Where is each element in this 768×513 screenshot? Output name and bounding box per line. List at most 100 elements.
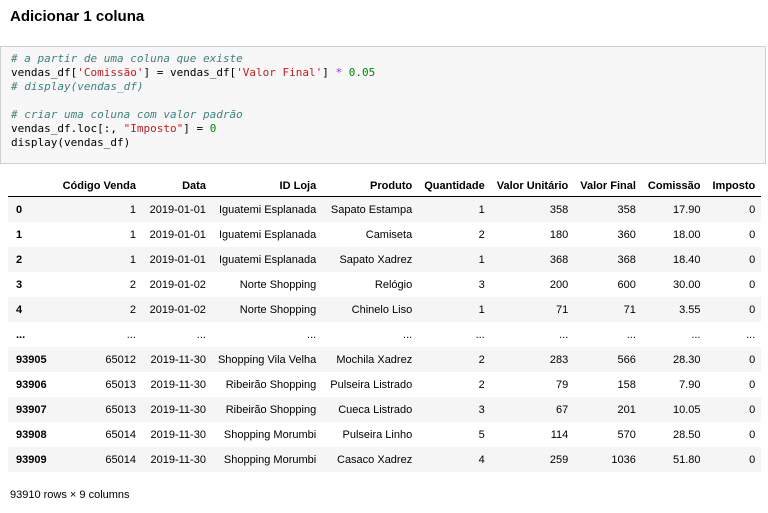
table-cell: 201: [617, 403, 636, 416]
table-cell: 0: [749, 453, 756, 466]
table-cell: 30.00: [672, 278, 701, 291]
code-token: 'Valor Final': [236, 66, 323, 79]
table-cell: 0: [749, 403, 756, 416]
table-cell: 3: [478, 403, 485, 416]
column-header: Imposto: [706, 176, 762, 197]
code-comment: # display(vendas_df): [11, 80, 144, 93]
table-cell: 65013: [105, 403, 136, 416]
table-cell: 180: [549, 228, 569, 241]
table-cell: Relógio: [374, 278, 413, 291]
row-index: 4: [16, 303, 23, 316]
table-cell: Pulseira Listrado: [330, 378, 413, 391]
table-cell: Chinelo Liso: [351, 303, 413, 316]
table-cell: 0: [749, 378, 756, 391]
table-cell: Ribeirão Shopping: [225, 403, 317, 416]
table-cell: 358: [617, 203, 636, 216]
table-cell: 200: [549, 278, 569, 291]
table-cell: 158: [617, 378, 636, 391]
code-token: ]: [322, 66, 336, 79]
table-cell: 1: [129, 228, 136, 241]
code-token: ] = vendas_df[: [143, 66, 237, 79]
dataframe-output-table: Código Venda Data ID Loja Produto Quantidade…: [8, 176, 762, 472]
table-cell: 2019-01-01: [149, 253, 206, 266]
table-cell: 51.80: [672, 453, 701, 466]
table-header-row: Código Venda Data ID Loja Produto Quantidade…: [8, 176, 762, 197]
table-cell: 28.30: [672, 353, 701, 366]
table-cell: 600: [617, 278, 636, 291]
table-cell: ...: [126, 328, 136, 341]
table-cell: 1036: [611, 453, 636, 466]
table-cell: 65014: [105, 428, 136, 441]
table-cell: 1: [478, 253, 485, 266]
code-line: display(vendas_df): [11, 136, 130, 149]
row-index: 3: [16, 278, 23, 291]
table-row: 93905 65012 2019-11-30 Shopping Vila Velha M…: [8, 347, 762, 372]
table-cell: 3.55: [679, 303, 701, 316]
column-header: Valor Unitário: [490, 176, 575, 197]
table-cell: Casaco Xadrez: [337, 453, 413, 466]
column-header: Código Venda: [56, 176, 142, 197]
table-cell: 2019-11-30: [150, 378, 206, 391]
table-cell: 2019-01-02: [149, 303, 206, 316]
table-cell: ...: [475, 328, 485, 341]
row-index: 2: [16, 253, 23, 266]
table-cell: 1: [478, 303, 485, 316]
table-cell: Iguatemi Esplanada: [218, 203, 317, 216]
table-cell: 5: [478, 428, 485, 441]
table-cell: 17.90: [672, 203, 701, 216]
code-token: ] =: [183, 122, 210, 135]
row-index: 0: [16, 203, 23, 216]
table-cell: 0: [749, 278, 756, 291]
row-index: 93906: [16, 378, 47, 391]
table-cell: ...: [196, 328, 206, 341]
code-line: vendas_df.loc[:, "Imposto"] = 0: [11, 122, 216, 135]
table-cell: ...: [691, 328, 701, 341]
table-row: 93908 65014 2019-11-30 Shopping Morumbi Puls…: [8, 422, 761, 447]
table-cell: 4: [478, 453, 485, 466]
table-cell: 0: [749, 303, 756, 316]
table-row: 93909 65014 2019-11-30 Shopping Morumbi Casa…: [8, 447, 762, 472]
table-cell: 71: [556, 303, 569, 316]
row-index: ...: [16, 328, 26, 341]
code-token: vendas_df[: [11, 66, 78, 79]
table-cell: 0: [749, 228, 756, 241]
dataframe-shape-label: 93910 rows × 9 columns: [10, 489, 130, 501]
table-cell: ...: [559, 328, 569, 341]
table-cell: 0: [749, 253, 756, 266]
table-cell: 0: [749, 203, 756, 216]
table-row: 4 2 2019-01-02 Norte Shopping Chinelo Liso 1 7…: [8, 297, 762, 322]
table-cell: 65012: [105, 353, 136, 366]
code-cell[interactable]: # a partir de uma coluna que existe vend…: [0, 46, 766, 164]
table-cell: 0: [749, 353, 756, 366]
table-cell: 259: [549, 453, 569, 466]
code-token: vendas_df.loc[:,: [11, 122, 124, 135]
table-cell: 360: [617, 228, 636, 241]
table-cell: 3: [478, 278, 485, 291]
code-line: # a partir de uma coluna que existe: [11, 52, 243, 65]
table-cell: 71: [623, 303, 636, 316]
code-editor[interactable]: # a partir de uma coluna que existe vend…: [11, 52, 375, 150]
table-cell: Shopping Vila Velha: [217, 353, 317, 366]
table-cell: 368: [549, 253, 569, 266]
table-cell: 67: [556, 403, 569, 416]
table-cell: ...: [403, 328, 413, 341]
table-row: 93907 65013 2019-11-30 Ribeirão Shopping Cue…: [8, 397, 762, 422]
table-cell: Norte Shopping: [239, 303, 317, 316]
table-cell: 65013: [105, 378, 136, 391]
table-cell: Sapato Xadrez: [339, 253, 413, 266]
table-cell: Shopping Morumbi: [223, 453, 317, 466]
table-cell: 18.40: [672, 253, 701, 266]
table-row: 3 2 2019-01-02 Norte Shopping Relógio 3 200 600…: [8, 272, 761, 297]
code-line: # display(vendas_df): [11, 80, 143, 93]
table-cell: 1: [478, 203, 485, 216]
table-cell: ...: [746, 328, 756, 341]
column-header: Valor Final: [574, 176, 642, 197]
table-cell: 2019-01-01: [149, 228, 206, 241]
table-row: 0 1 2019-01-01 Iguatemi Esplanada Sapato Est…: [8, 196, 762, 222]
table-cell: Sapato Estampa: [330, 203, 413, 216]
table-cell: 114: [550, 428, 569, 441]
table-cell: Ribeirão Shopping: [225, 378, 317, 391]
column-header: [8, 176, 57, 197]
table-row: 93906 65013 2019-11-30 Ribeirão Shopping Pul…: [8, 372, 761, 397]
code-token: 0: [209, 122, 217, 135]
